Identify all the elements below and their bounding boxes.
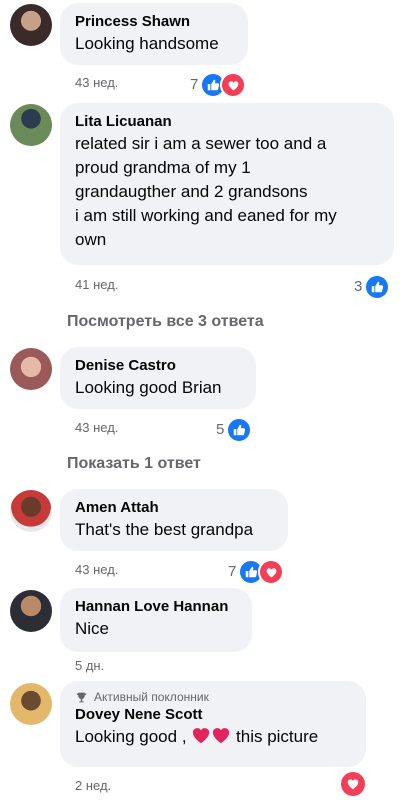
heart-emoji-icon bbox=[193, 728, 210, 744]
heart-emoji-icon bbox=[213, 728, 230, 744]
avatar[interactable] bbox=[10, 348, 52, 390]
heart-reaction-icon[interactable] bbox=[341, 772, 365, 796]
reactions-summary[interactable]: 3 bbox=[354, 274, 391, 300]
comment-text: Looking handsome bbox=[75, 34, 219, 53]
reactions-summary[interactable]: 5 bbox=[216, 417, 253, 443]
comment-text-end: this picture bbox=[236, 727, 319, 746]
view-all-replies-link[interactable]: Посмотреть все 3 ответа bbox=[67, 313, 264, 331]
comment-bubble: Denise Castro Looking good Brian bbox=[60, 347, 256, 409]
comment-text-line: related sir i am a sewer too and a bbox=[75, 134, 327, 153]
comment-bubble: Amen Attah That's the best grandpa bbox=[60, 489, 288, 551]
like-icon bbox=[226, 417, 253, 443]
comment-time[interactable]: 41 нед. bbox=[75, 276, 118, 294]
reaction-count: 7 bbox=[190, 76, 199, 93]
comment-author[interactable]: Princess Shawn bbox=[75, 12, 234, 32]
comment-author[interactable]: Hannan Love Hannan bbox=[75, 597, 238, 617]
comment-text: That's the best grandpa bbox=[75, 520, 254, 539]
heart-icon bbox=[258, 559, 285, 585]
avatar[interactable] bbox=[10, 683, 52, 725]
heart-icon bbox=[220, 72, 247, 98]
comment-author[interactable]: Lita Licuanan bbox=[75, 112, 380, 132]
comment-text-line: i am still working and eaned for my bbox=[75, 206, 337, 225]
comment-time[interactable]: 5 дн. bbox=[75, 657, 104, 675]
comment-text-line: grandaugther and 2 grandsons bbox=[75, 182, 308, 201]
show-reply-link[interactable]: Показать 1 ответ bbox=[67, 455, 201, 473]
comment-author[interactable]: Amen Attah bbox=[75, 498, 274, 518]
comment-time[interactable]: 43 нед. bbox=[75, 561, 118, 579]
reactions-summary[interactable]: 7 bbox=[190, 72, 247, 98]
comment-time[interactable]: 2 нед. bbox=[75, 777, 111, 795]
reactions-summary[interactable]: 7 bbox=[228, 559, 285, 585]
comment-text-line: own bbox=[75, 230, 107, 249]
badge-label: Активный поклонник bbox=[94, 690, 209, 704]
like-icon bbox=[364, 274, 391, 300]
comment-text: Looking good , this picture bbox=[75, 725, 352, 749]
comment-author[interactable]: Denise Castro bbox=[75, 356, 242, 376]
avatar[interactable] bbox=[10, 104, 52, 146]
top-fan-badge: Активный поклонник bbox=[75, 689, 352, 705]
top-fan-icon bbox=[76, 692, 87, 702]
avatar[interactable] bbox=[10, 490, 52, 532]
comment-time[interactable]: 43 нед. bbox=[75, 74, 118, 92]
avatar[interactable] bbox=[10, 590, 52, 632]
comment-bubble: Активный поклонник Dovey Nene Scott Look… bbox=[60, 681, 366, 767]
comment-text: Looking good Brian bbox=[75, 378, 222, 397]
reaction-count: 3 bbox=[354, 278, 363, 295]
comment-bubble: Hannan Love Hannan Nice bbox=[60, 588, 252, 652]
comment-text: Nice bbox=[75, 619, 110, 638]
avatar[interactable] bbox=[10, 4, 52, 46]
comment-bubble: Princess Shawn Looking handsome bbox=[60, 3, 248, 65]
comment-text-start: Looking good , bbox=[75, 727, 187, 746]
comment-bubble: Lita Licuanan related sir i am a sewer t… bbox=[60, 103, 394, 265]
comment-author[interactable]: Dovey Nene Scott bbox=[75, 705, 352, 725]
comment-text-line: proud grandma of my 1 bbox=[75, 158, 251, 177]
reaction-count: 7 bbox=[228, 563, 237, 580]
comment-time[interactable]: 43 нед. bbox=[75, 419, 118, 437]
reaction-count: 5 bbox=[216, 421, 225, 438]
